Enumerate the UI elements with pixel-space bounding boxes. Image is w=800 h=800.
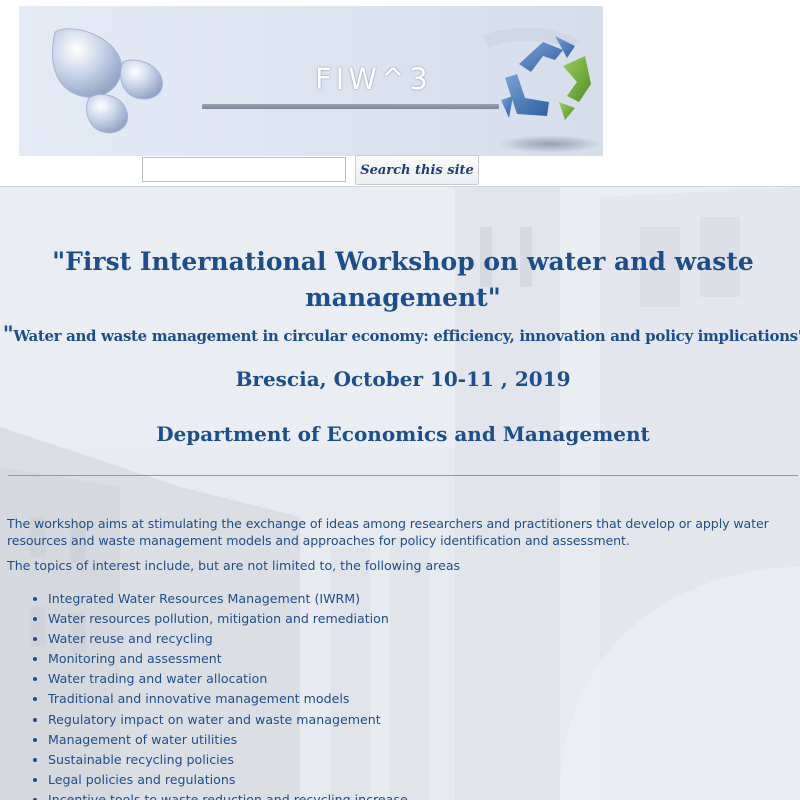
site-header: FIW^3 Search this site [0,0,800,186]
main-content: "First International Workshop on water a… [0,187,800,800]
list-item: Incentive tools to waste reduction and r… [48,790,408,800]
list-item: Water reuse and recycling [48,629,408,649]
list-item: Water resources pollution, mitigation an… [48,609,408,629]
topics-list: Integrated Water Resources Management (I… [26,589,408,800]
list-item: Legal policies and regulations [48,770,408,790]
page-title: "First International Workshop on water a… [52,247,754,312]
topics-intro: The topics of interest include, but are … [7,558,461,573]
page: FIW^3 Search this site "First Internatio… [0,0,800,800]
page-subtitle: "Water and waste management in circular … [0,321,800,346]
subtitle-open-quote: " [2,321,14,346]
site-banner[interactable]: FIW^3 [19,6,603,156]
list-item: Integrated Water Resources Management (I… [48,589,408,609]
logo-text: FIW^3 [315,62,432,96]
intro-paragraph: The workshop aims at stimulating the exc… [7,516,769,548]
list-item: Water trading and water allocation [48,669,408,689]
list-item: Monitoring and assessment [48,649,408,669]
recycle-icon [483,27,602,153]
list-item: Regulatory impact on water and waste man… [48,710,408,730]
search-input[interactable] [142,157,346,182]
location-date: Brescia, October 10-11 , 2019 [235,367,571,391]
list-item: Sustainable recycling policies [48,750,408,770]
list-item: Traditional and innovative management mo… [48,689,408,709]
search-button[interactable]: Search this site [355,155,479,185]
section-divider [8,475,798,476]
water-drops-icon [52,28,163,134]
list-item: Management of water utilities [48,730,408,750]
banner-artwork [52,27,602,153]
banner-divider [202,104,499,109]
department-heading: Department of Economics and Management [156,422,650,446]
subtitle-text: Water and waste management in circular e… [13,327,800,345]
